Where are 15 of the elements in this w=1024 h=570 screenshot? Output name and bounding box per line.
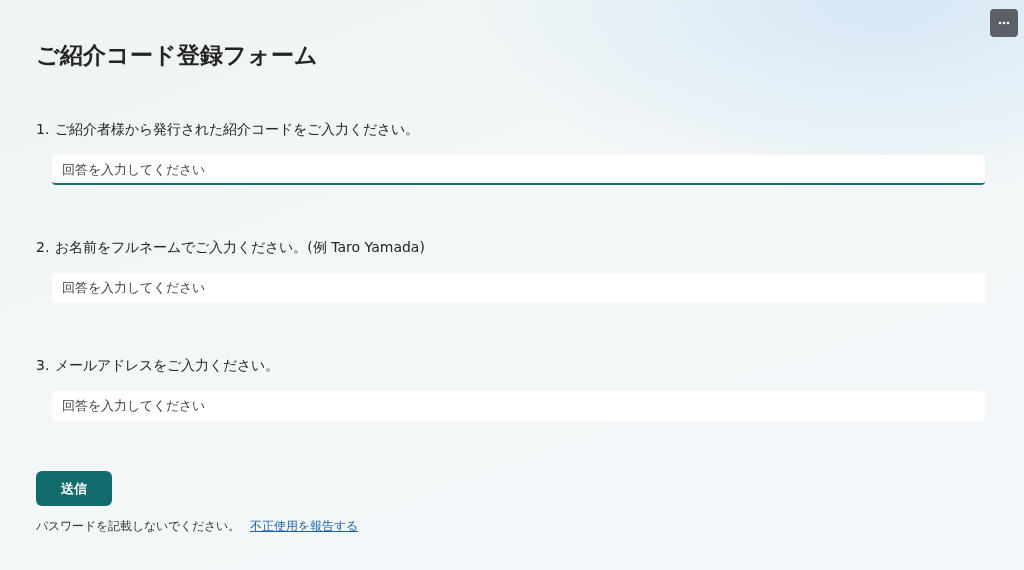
question-number: 3. <box>36 357 50 375</box>
question-text: お名前をフルネームでご入力ください。(例 Taro Yamada) <box>55 239 425 257</box>
answer-field[interactable]: 回答を入力してください <box>52 155 985 185</box>
form-title: ご紹介コード登録フォーム <box>36 41 319 70</box>
answer-field[interactable]: 回答を入力してください <box>52 273 985 303</box>
answer-field[interactable]: 回答を入力してください <box>52 391 985 421</box>
footer-note: パスワードを記載しないでください。 <box>36 518 240 535</box>
submit-button[interactable]: 送信 <box>36 471 112 506</box>
more-icon <box>998 21 1010 25</box>
question-text: メールアドレスをご入力ください。 <box>55 357 280 375</box>
report-link[interactable]: 不正使用を報告する <box>250 518 358 535</box>
question-number: 1. <box>36 121 50 139</box>
question-text: ご紹介者様から発行された紹介コードをご入力ください。 <box>55 121 420 139</box>
more-options-button[interactable] <box>990 9 1018 37</box>
question-number: 2. <box>36 239 50 257</box>
